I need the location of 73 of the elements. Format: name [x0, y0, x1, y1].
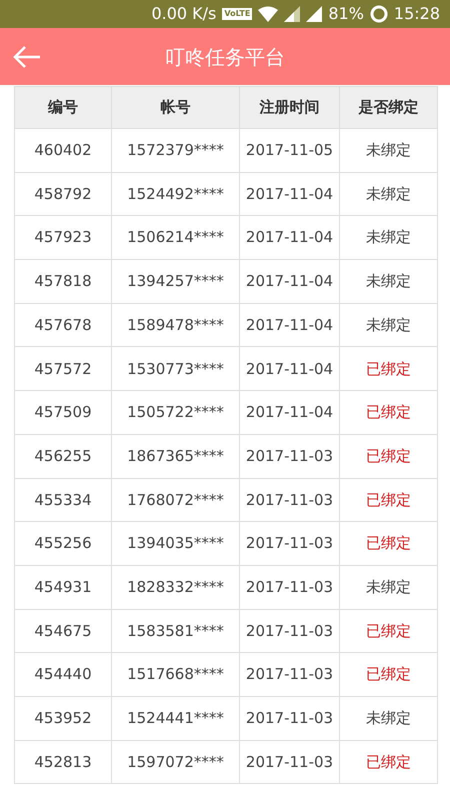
page-title: 叮咚任务平台	[165, 44, 285, 70]
table-cell: 455256	[14, 522, 112, 566]
table-cell: 1589478****	[112, 303, 240, 347]
table-cell: 458792	[14, 172, 112, 216]
table-cell: 460402	[14, 128, 112, 172]
battery-ring-icon	[370, 5, 388, 23]
table-cell: 1517668****	[112, 652, 240, 696]
table-cell: 2017-11-04	[240, 172, 340, 216]
clock: 15:28	[394, 3, 440, 25]
column-header: 编号	[14, 86, 112, 128]
battery-percent: 81%	[328, 3, 364, 25]
table-cell: 457818	[14, 260, 112, 304]
table-cell: 已绑定	[340, 390, 438, 434]
network-speed: 0.00 K/s	[151, 3, 216, 25]
table-cell: 457572	[14, 346, 112, 391]
table-cell: 未绑定	[340, 303, 438, 347]
table-cell: 1597072****	[112, 740, 240, 784]
table-cell: 已绑定	[340, 522, 438, 566]
table-cell: 1572379****	[112, 128, 240, 172]
table-cell: 456255	[14, 434, 112, 478]
table-cell: 2017-11-03	[240, 609, 340, 653]
table-cell: 455334	[14, 478, 112, 522]
signal-icon	[306, 6, 322, 22]
column-header: 注册时间	[240, 86, 340, 128]
table-cell: 1505722****	[112, 390, 240, 434]
table-cell: 已绑定	[340, 652, 438, 696]
table-cell: 2017-11-04	[240, 216, 340, 260]
table-cell: 2017-11-04	[240, 303, 340, 347]
table-cell: 1506214****	[112, 216, 240, 260]
table-cell: 2017-11-04	[240, 390, 340, 434]
table-cell: 454440	[14, 652, 112, 696]
table-cell: 未绑定	[340, 696, 438, 740]
table-cell: 457509	[14, 390, 112, 434]
table-cell: 1768072****	[112, 478, 240, 522]
table-cell: 已绑定	[340, 434, 438, 478]
table-cell: 1394257****	[112, 260, 240, 304]
column-header: 是否绑定	[340, 86, 438, 128]
table-cell: 2017-11-05	[240, 128, 340, 172]
table-cell: 2017-11-03	[240, 652, 340, 696]
column-header: 帐号	[112, 86, 240, 128]
signal-icon	[284, 6, 300, 22]
table-cell: 457678	[14, 303, 112, 347]
table-cell: 2017-11-03	[240, 696, 340, 740]
table-cell: 已绑定	[340, 740, 438, 784]
table-cell: 1828332****	[112, 565, 240, 610]
table-cell: 1583581****	[112, 609, 240, 653]
table-cell: 1524492****	[112, 172, 240, 216]
volte-badge: VoLTE	[222, 8, 252, 20]
table-cell: 未绑定	[340, 216, 438, 260]
table-cell: 1524441****	[112, 696, 240, 740]
table-cell: 454675	[14, 609, 112, 653]
table-cell: 已绑定	[340, 346, 438, 391]
table-cell: 2017-11-03	[240, 522, 340, 566]
table-cell: 已绑定	[340, 609, 438, 653]
wifi-icon	[258, 6, 278, 22]
table-cell: 未绑定	[340, 172, 438, 216]
table-cell: 452813	[14, 740, 112, 784]
table-cell: 1394035****	[112, 522, 240, 566]
table-cell: 未绑定	[340, 128, 438, 172]
table-cell: 457923	[14, 216, 112, 260]
table-cell: 2017-11-04	[240, 346, 340, 391]
table-cell: 454931	[14, 565, 112, 610]
table-cell: 未绑定	[340, 565, 438, 610]
table-cell: 2017-11-03	[240, 565, 340, 610]
table-cell: 2017-11-03	[240, 434, 340, 478]
table-cell: 已绑定	[340, 478, 438, 522]
table-cell: 1867365****	[112, 434, 240, 478]
table-cell: 未绑定	[340, 260, 438, 304]
table-cell: 1530773****	[112, 346, 240, 391]
table-cell: 2017-11-03	[240, 740, 340, 784]
table-cell: 453952	[14, 696, 112, 740]
table-cell: 2017-11-03	[240, 478, 340, 522]
table-cell: 2017-11-04	[240, 260, 340, 304]
